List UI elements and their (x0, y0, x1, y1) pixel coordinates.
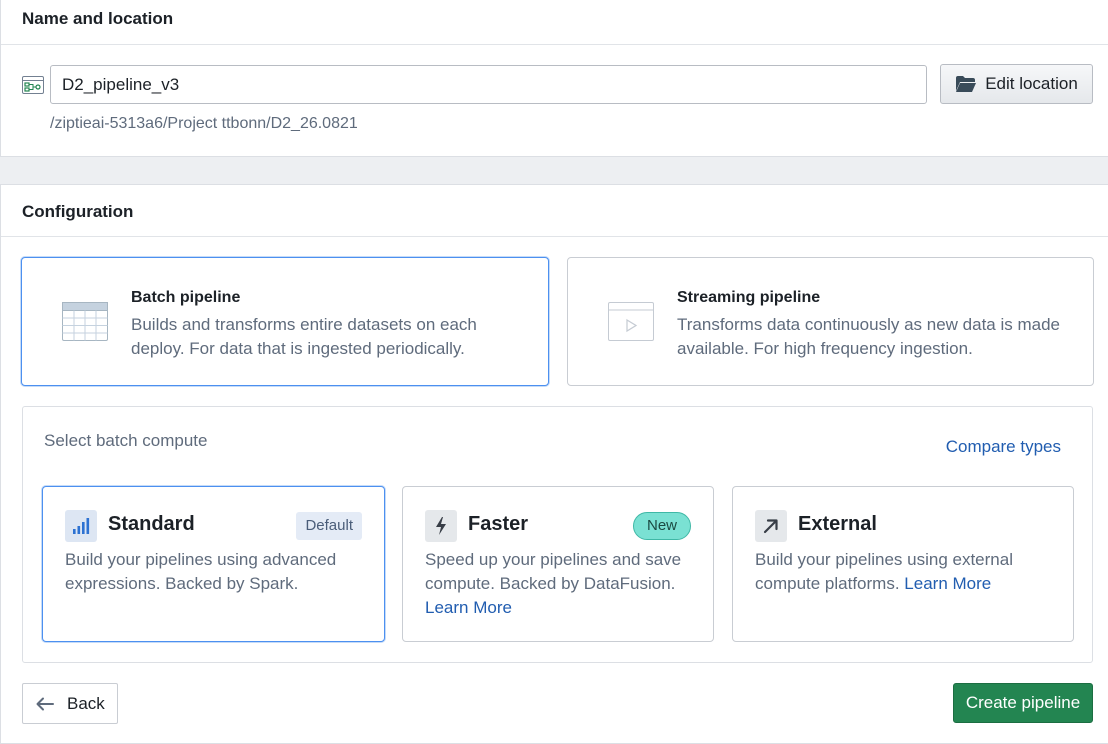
back-button[interactable]: Back (22, 683, 118, 724)
streaming-pipeline-description: Transforms data continuously as new data… (677, 315, 1061, 358)
edit-location-button[interactable]: Edit location (940, 64, 1093, 104)
batch-pipeline-description: Builds and transforms entire datasets on… (131, 315, 477, 358)
name-location-panel: Name and location Edit location /ziptiea… (0, 0, 1108, 157)
location-path: /ziptieai-5313a6/Project ttbonn/D2_26.08… (50, 115, 358, 132)
pipeline-name-input[interactable] (50, 65, 927, 104)
arrow-left-icon (36, 697, 54, 710)
faster-description: Speed up your pipelines and save compute… (425, 548, 695, 620)
external-title: External (798, 513, 877, 535)
video-icon (608, 302, 654, 341)
external-compute-card[interactable]: External Build your pipelines using exte… (732, 486, 1074, 642)
new-badge: New (632, 512, 691, 540)
batch-pipeline-title: Batch pipeline (131, 289, 241, 306)
batch-pipeline-card[interactable]: Batch pipeline Builds and transforms ent… (21, 257, 549, 386)
batch-compute-selector: Select batch compute Compare types Stand… (22, 406, 1093, 663)
streaming-pipeline-card[interactable]: Streaming pipeline Transforms data conti… (567, 257, 1094, 386)
lightning-icon (425, 510, 457, 542)
faster-learn-more-link[interactable]: Learn More (425, 598, 512, 617)
bar-chart-icon (65, 510, 97, 542)
faster-description-text: Speed up your pipelines and save compute… (425, 550, 682, 593)
create-pipeline-button[interactable]: Create pipeline (953, 683, 1093, 723)
divider (1, 236, 1108, 237)
divider (1, 44, 1108, 45)
faster-title: Faster (468, 513, 529, 535)
standard-compute-card[interactable]: Standard Default Build your pipelines us… (42, 486, 385, 642)
standard-description: Build your pipelines using advanced expr… (65, 548, 366, 596)
back-label: Back (67, 693, 105, 713)
default-badge: Default (296, 512, 362, 540)
pipeline-icon (22, 76, 44, 94)
name-location-title: Name and location (22, 9, 174, 28)
compare-types-link[interactable]: Compare types (946, 437, 1061, 457)
external-description: Build your pipelines using external comp… (755, 548, 1055, 596)
table-icon (62, 302, 108, 341)
folder-open-icon (956, 76, 977, 92)
configuration-panel: Configuration Batch pipeline Builds and … (0, 184, 1108, 744)
streaming-pipeline-title: Streaming pipeline (677, 289, 821, 306)
edit-location-label: Edit location (985, 74, 1078, 93)
batch-compute-label: Select batch compute (44, 431, 208, 450)
create-pipeline-label: Create pipeline (965, 693, 1081, 712)
standard-description-text: Build your pipelines using advanced expr… (65, 550, 337, 593)
faster-compute-card[interactable]: Faster New Speed up your pipelines and s… (402, 486, 714, 642)
external-learn-more-link[interactable]: Learn More (904, 574, 991, 593)
standard-title: Standard (108, 513, 195, 535)
configuration-title: Configuration (22, 202, 134, 221)
arrow-top-right-icon (755, 510, 787, 542)
